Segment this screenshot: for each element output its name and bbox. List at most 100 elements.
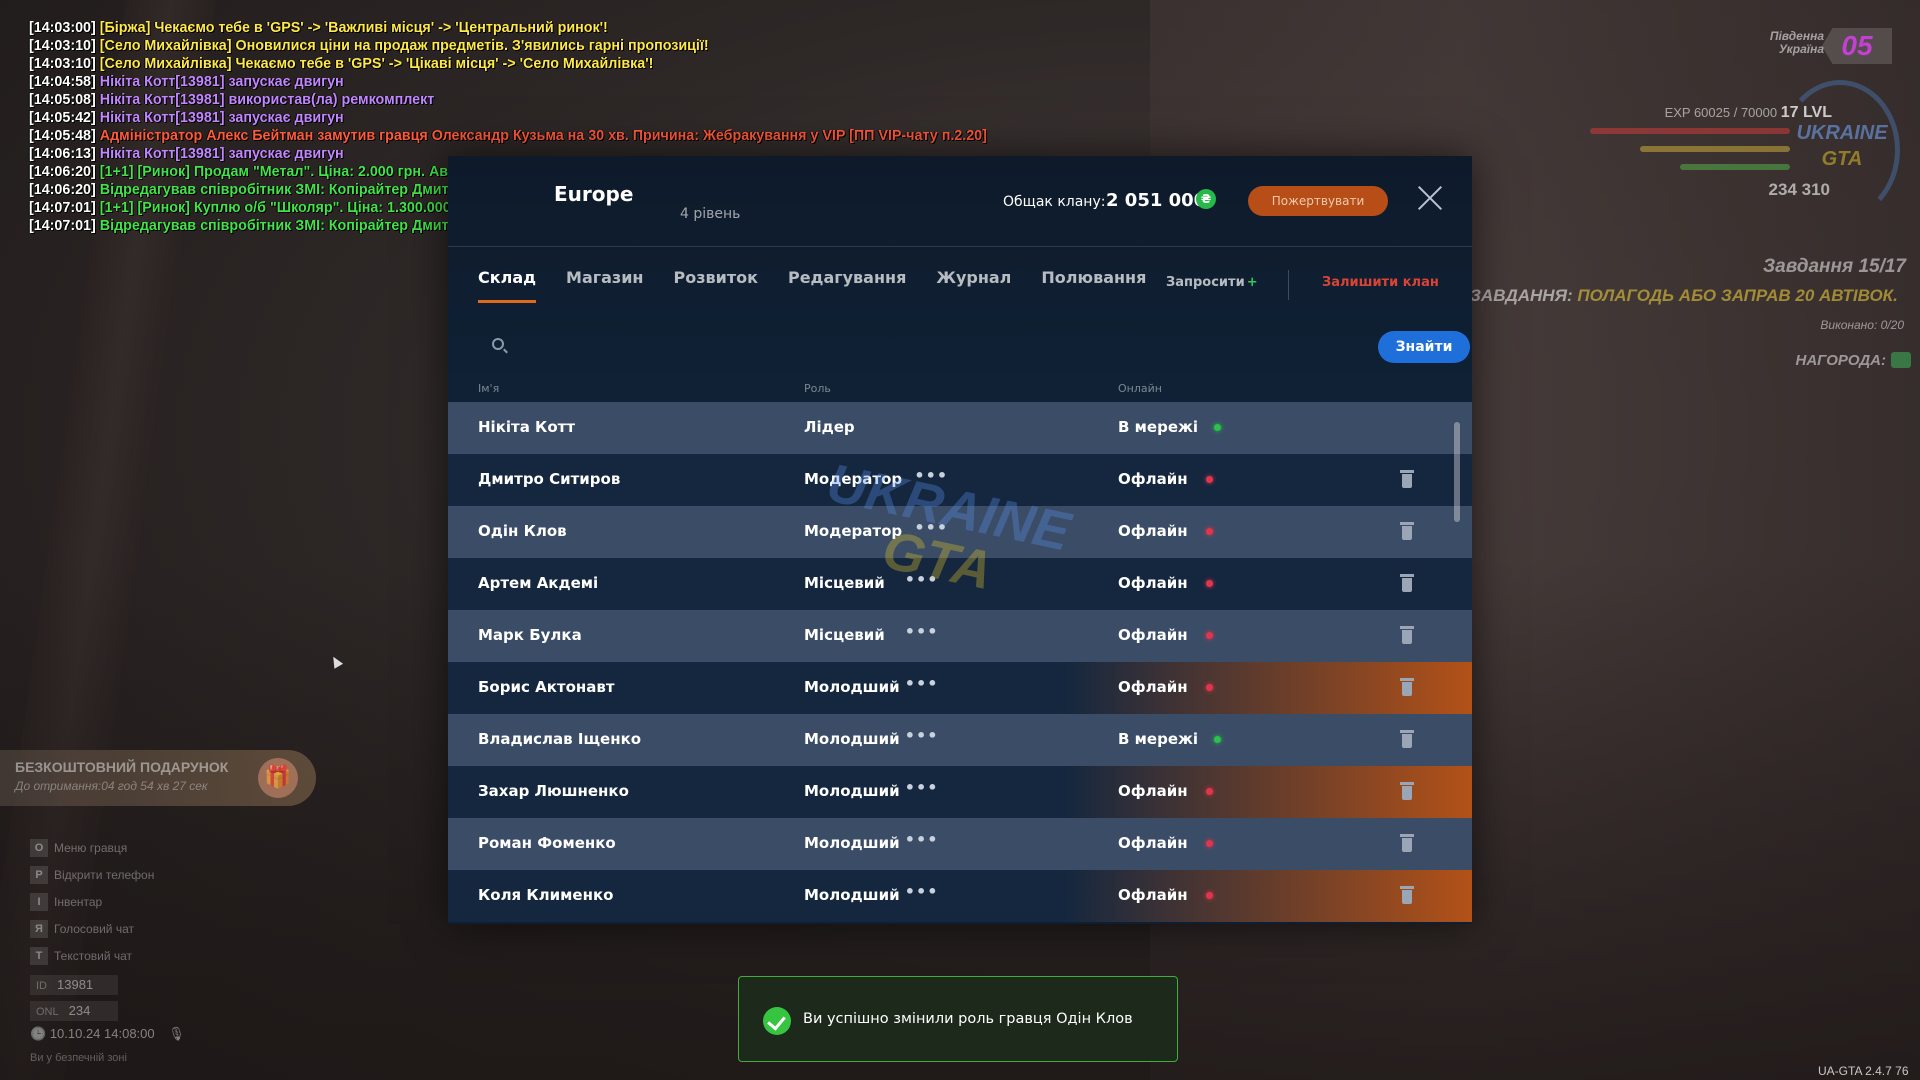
member-name: Нікіта Котт bbox=[478, 418, 576, 436]
search-input[interactable] bbox=[514, 332, 1114, 358]
chat-timestamp: [14:03:10] bbox=[29, 56, 96, 72]
online-count: 234 bbox=[68, 1003, 91, 1018]
member-status: Офлайн bbox=[1118, 834, 1188, 852]
trash-icon[interactable] bbox=[1400, 730, 1414, 748]
task-text: ЗАВДАННЯ: ПОЛАГОДЬ АБО ЗАПРАВ 20 АВТІВОК… bbox=[1470, 286, 1910, 306]
trash-lid bbox=[1400, 470, 1414, 473]
trash-icon[interactable] bbox=[1400, 522, 1414, 540]
role-menu-icon[interactable]: ••• bbox=[905, 622, 939, 641]
trash-can bbox=[1402, 786, 1412, 800]
table-row[interactable]: Нікіта Котт Лідер В мережі bbox=[448, 402, 1472, 454]
member-status: Офлайн bbox=[1118, 574, 1188, 592]
trash-icon[interactable] bbox=[1400, 678, 1414, 696]
online-dot-icon bbox=[1214, 424, 1221, 431]
member-name: Дмитро Ситиров bbox=[478, 470, 621, 488]
tab-0[interactable]: Склад bbox=[478, 268, 537, 308]
close-icon[interactable] bbox=[1416, 184, 1444, 212]
chat-message: Нікіта Котт[13981] запускає двигун bbox=[99, 146, 344, 162]
table-row[interactable]: Борис Актонавт Молодший ••• Офлайн bbox=[448, 662, 1472, 714]
chat-timestamp: [14:03:00] bbox=[29, 20, 96, 36]
role-menu-icon[interactable]: ••• bbox=[905, 778, 939, 797]
hud-region-number: 05 bbox=[1822, 28, 1892, 64]
free-gift-banner[interactable]: БЕЗКОШТОВНИЙ ПОДАРУНОК До отримання:04 г… bbox=[0, 750, 316, 806]
role-menu-icon[interactable]: ••• bbox=[905, 830, 939, 849]
table-row[interactable]: Коля Клименко Молодший ••• Офлайн bbox=[448, 870, 1472, 922]
role-menu-icon[interactable]: ••• bbox=[905, 882, 939, 901]
column-header-role: Роль bbox=[804, 382, 831, 395]
member-role: Молодший bbox=[804, 834, 900, 852]
trash-icon[interactable] bbox=[1400, 782, 1414, 800]
invite-button[interactable]: Запросити + bbox=[1166, 275, 1258, 290]
microphone-icon: 🎙 bbox=[168, 1026, 185, 1041]
member-status: Офлайн bbox=[1118, 626, 1188, 644]
member-status: Офлайн bbox=[1118, 522, 1188, 540]
trash-icon[interactable] bbox=[1400, 470, 1414, 488]
member-name: Владислав Іщенко bbox=[478, 730, 642, 748]
offline-dot-icon bbox=[1206, 632, 1213, 639]
trash-lid bbox=[1400, 730, 1414, 733]
leave-clan-button[interactable]: Залишити клан bbox=[1322, 275, 1439, 290]
keybind-hint: I Інвентар bbox=[30, 888, 154, 915]
table-row[interactable]: Захар Люшненко Молодший ••• Офлайн bbox=[448, 766, 1472, 818]
tab-3[interactable]: Редагування bbox=[788, 268, 906, 308]
offline-dot-icon bbox=[1206, 892, 1213, 899]
trash-icon[interactable] bbox=[1400, 626, 1414, 644]
tab-2[interactable]: Розвиток bbox=[673, 268, 757, 308]
safe-zone-notice: Ви у безпечній зоні bbox=[30, 1052, 127, 1064]
tab-1[interactable]: Магазин bbox=[566, 268, 643, 308]
hunger-bar bbox=[1680, 164, 1790, 170]
chat-timestamp: [14:04:58] bbox=[29, 74, 96, 90]
chat-line: [14:05:42] Нікіта Котт[13981] запускає дв… bbox=[29, 109, 1049, 127]
reward-label: НАГОРОДА: bbox=[1795, 352, 1886, 369]
gift-title: БЕЗКОШТОВНИЙ ПОДАРУНОК bbox=[15, 759, 229, 775]
hud-money: 234 310 bbox=[1768, 180, 1830, 199]
trash-icon[interactable] bbox=[1400, 574, 1414, 592]
chat-timestamp: [14:07:01] bbox=[29, 200, 96, 216]
key-label: Текстовий чат bbox=[54, 948, 133, 963]
offline-dot-icon bbox=[1206, 476, 1213, 483]
donate-button[interactable]: Пожертвувати bbox=[1248, 186, 1388, 216]
table-row[interactable]: Роман Фоменко Молодший ••• Офлайн bbox=[448, 818, 1472, 870]
member-role: Лідер bbox=[804, 418, 855, 436]
member-status: Офлайн bbox=[1118, 886, 1188, 904]
trash-icon[interactable] bbox=[1400, 834, 1414, 852]
treasury-value: 2 051 000 bbox=[1106, 190, 1207, 211]
trash-lid bbox=[1400, 626, 1414, 629]
clan-name: Europe bbox=[554, 182, 634, 206]
trash-lid bbox=[1400, 834, 1414, 837]
hud-exp-text: EXP 60025 / 70000 bbox=[1664, 105, 1778, 120]
trash-can bbox=[1402, 578, 1412, 592]
tasks-title: Завдання 15/17 bbox=[1762, 256, 1906, 277]
chat-message: Нікіта Котт[13981] запускає двигун bbox=[99, 74, 344, 90]
game-version: UA-GTA 2.4.7 76 bbox=[1818, 1064, 1909, 1078]
trash-icon[interactable] bbox=[1400, 886, 1414, 904]
online-count-label: ONL bbox=[36, 1006, 59, 1018]
offline-dot-icon bbox=[1206, 684, 1213, 691]
member-name: Роман Фоменко bbox=[478, 834, 616, 852]
toast-message: Ви успішно змінили роль гравця Одін Клов bbox=[803, 1011, 1133, 1027]
key-cap: Я bbox=[30, 919, 48, 938]
clan-panel-header: Europe 4 рівень Общак клану: 2 051 000 ₴… bbox=[448, 156, 1472, 247]
member-role: Місцевий bbox=[804, 626, 885, 644]
role-menu-icon[interactable]: ••• bbox=[905, 674, 939, 693]
scrollbar[interactable] bbox=[1454, 422, 1460, 522]
tab-4[interactable]: Журнал bbox=[936, 268, 1011, 308]
player-id-label: ID bbox=[36, 980, 47, 992]
table-row[interactable]: Владислав Іщенко Молодший ••• В мережі bbox=[448, 714, 1472, 766]
tab-5[interactable]: Полювання bbox=[1041, 268, 1146, 308]
chat-line: [14:05:48] Адміністратор Алекс Бейтман за… bbox=[29, 127, 1049, 145]
trash-can bbox=[1402, 526, 1412, 540]
search-icon bbox=[492, 338, 504, 350]
chat-timestamp: [14:06:20] bbox=[29, 182, 96, 198]
table-row[interactable]: Марк Булка Місцевий ••• Офлайн bbox=[448, 610, 1472, 662]
member-name: Одін Клов bbox=[478, 522, 567, 540]
check-icon bbox=[763, 1007, 791, 1035]
divider bbox=[1288, 270, 1289, 300]
trash-can bbox=[1402, 474, 1412, 488]
member-name: Коля Клименко bbox=[478, 886, 614, 904]
invite-label: Запросити bbox=[1166, 275, 1245, 290]
chat-timestamp: [14:05:48] bbox=[29, 128, 96, 144]
find-button[interactable]: Знайти bbox=[1378, 331, 1470, 363]
offline-dot-icon bbox=[1206, 788, 1213, 795]
role-menu-icon[interactable]: ••• bbox=[905, 726, 939, 745]
